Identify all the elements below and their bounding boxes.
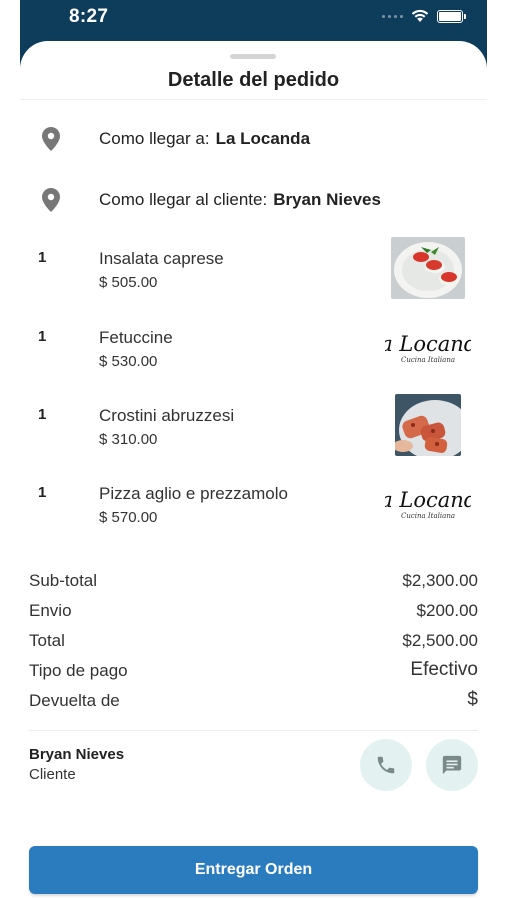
total-row: Total $2,500.00 bbox=[29, 627, 478, 657]
subtotal-value: $2,300.00 bbox=[402, 571, 478, 590]
battery-icon bbox=[437, 9, 466, 23]
sheet-title: Detalle del pedido bbox=[167, 69, 340, 91]
item-price: $ 530.00 bbox=[99, 353, 158, 370]
directions-restaurant-text: Como llegar a: La Locanda bbox=[99, 129, 310, 149]
total-value: $2,500.00 bbox=[402, 631, 478, 650]
item-name: Fetuccine bbox=[99, 328, 173, 347]
logo-tagline: Cucina Italiana bbox=[401, 356, 455, 364]
status-icons bbox=[382, 9, 466, 23]
call-client-button[interactable] bbox=[360, 739, 412, 791]
location-pin-icon bbox=[42, 188, 60, 212]
item-price: $ 310.00 bbox=[99, 431, 158, 448]
item-quantity: 1 bbox=[38, 484, 47, 501]
change-row: Devuelta de $ bbox=[29, 687, 478, 717]
item-photo bbox=[391, 237, 465, 299]
order-item: 1 Fetuccine $ 530.00 La Locanda Cucina I… bbox=[20, 328, 487, 398]
item-price: $ 505.00 bbox=[99, 274, 158, 291]
restaurant-logo: La Locanda Cucina Italiana bbox=[385, 316, 471, 378]
item-name: Crostini abruzzesi bbox=[99, 406, 235, 425]
divider bbox=[20, 99, 487, 100]
directions-restaurant-row[interactable]: Como llegar a: La Locanda bbox=[20, 119, 487, 159]
logo-name: La Locanda bbox=[385, 488, 471, 512]
divider bbox=[29, 730, 478, 731]
total-label: Total bbox=[29, 631, 65, 650]
item-name: Pizza aglio e prezzamolo bbox=[99, 484, 288, 503]
subtotal-label: Sub-total bbox=[29, 571, 98, 590]
order-item: 1 Pizza aglio e prezzamolo $ 570.00 La L… bbox=[20, 484, 487, 554]
item-quantity: 1 bbox=[38, 328, 47, 345]
restaurant-name: La Locanda bbox=[215, 129, 311, 148]
logo-name: La Locanda bbox=[385, 332, 471, 356]
shipping-value: $200.00 bbox=[416, 601, 478, 620]
directions-client-row[interactable]: Como llegar al cliente: Bryan Nieves bbox=[20, 180, 487, 220]
item-photo bbox=[395, 394, 461, 456]
status-time: 8:27 bbox=[69, 6, 109, 27]
subtotal-row: Sub-total $2,300.00 bbox=[29, 567, 478, 597]
item-name: Insalata caprese bbox=[99, 249, 224, 268]
signal-icon bbox=[382, 14, 403, 18]
message-client-button[interactable] bbox=[426, 739, 478, 791]
client-role: Cliente bbox=[29, 766, 76, 783]
directions-client-text: Como llegar al cliente: Bryan Nieves bbox=[99, 190, 381, 210]
location-pin-icon bbox=[42, 127, 60, 151]
payment-type-row: Tipo de pago Efectivo bbox=[29, 657, 478, 687]
client-name: Bryan Nieves bbox=[29, 746, 125, 763]
change-value: $ bbox=[467, 689, 478, 710]
item-price: $ 570.00 bbox=[99, 509, 158, 526]
order-item: 1 Crostini abruzzesi $ 310.00 bbox=[20, 394, 487, 476]
shipping-label: Envio bbox=[29, 601, 72, 620]
payment-type-value: Efectivo bbox=[410, 659, 478, 680]
order-totals: Sub-total $2,300.00 Envio $200.00 Total … bbox=[29, 567, 478, 717]
order-item: 1 Insalata caprese $ 505.00 bbox=[20, 237, 487, 319]
item-quantity: 1 bbox=[38, 249, 47, 266]
logo-tagline: Cucina Italiana bbox=[401, 512, 455, 520]
item-quantity: 1 bbox=[38, 406, 47, 423]
change-label: Devuelta de bbox=[29, 691, 120, 710]
restaurant-logo: La Locanda Cucina Italiana bbox=[385, 472, 471, 534]
client-name-link: Bryan Nieves bbox=[273, 190, 381, 209]
payment-type-label: Tipo de pago bbox=[29, 661, 128, 680]
chat-icon bbox=[442, 755, 462, 775]
deliver-order-button[interactable]: Entregar Orden bbox=[29, 846, 478, 894]
shipping-row: Envio $200.00 bbox=[29, 597, 478, 627]
directions-client-label: Como llegar al cliente: bbox=[99, 190, 268, 209]
wifi-icon bbox=[411, 9, 429, 22]
directions-restaurant-label: Como llegar a: bbox=[99, 129, 210, 148]
phone-icon bbox=[377, 756, 395, 774]
order-detail-sheet: Detalle del pedido Como llegar a: La Loca… bbox=[20, 41, 487, 900]
drag-handle[interactable] bbox=[230, 54, 276, 59]
